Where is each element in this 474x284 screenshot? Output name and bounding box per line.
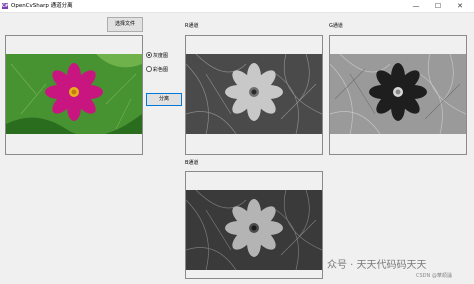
color-radio[interactable] bbox=[146, 66, 152, 72]
maximize-button[interactable]: ☐ bbox=[427, 0, 449, 12]
grayscale-label: 灰度图 bbox=[153, 53, 169, 59]
g-channel-label: G通道 bbox=[329, 23, 343, 29]
csdn-watermark: CSDN @華頡誦 bbox=[416, 273, 452, 279]
color-label: 彩色图 bbox=[153, 67, 169, 73]
watermark-text: 众号 · 天天代码码天天 bbox=[327, 260, 427, 271]
g-channel-image bbox=[330, 54, 466, 134]
title-bar: C# OpenCvSharp 通道分离 — ☐ ✕ bbox=[0, 0, 474, 13]
source-flower-image bbox=[6, 54, 142, 134]
g-channel-box bbox=[329, 35, 467, 155]
source-image-box bbox=[5, 35, 143, 155]
choose-file-button[interactable]: 选择文件 bbox=[107, 17, 143, 32]
minimize-button[interactable]: — bbox=[405, 0, 427, 12]
grayscale-radio[interactable] bbox=[146, 52, 152, 58]
window-title: OpenCvSharp 通道分离 bbox=[11, 3, 73, 9]
app-icon: C# bbox=[2, 3, 9, 9]
b-channel-label: B通道 bbox=[185, 160, 199, 166]
b-channel-image bbox=[186, 190, 322, 270]
separate-button[interactable]: 分离 bbox=[146, 93, 182, 106]
r-channel-image bbox=[186, 54, 322, 134]
close-button[interactable]: ✕ bbox=[449, 0, 471, 12]
r-channel-box bbox=[185, 35, 323, 155]
r-channel-label: R通道 bbox=[185, 23, 199, 29]
b-channel-box bbox=[185, 171, 323, 279]
